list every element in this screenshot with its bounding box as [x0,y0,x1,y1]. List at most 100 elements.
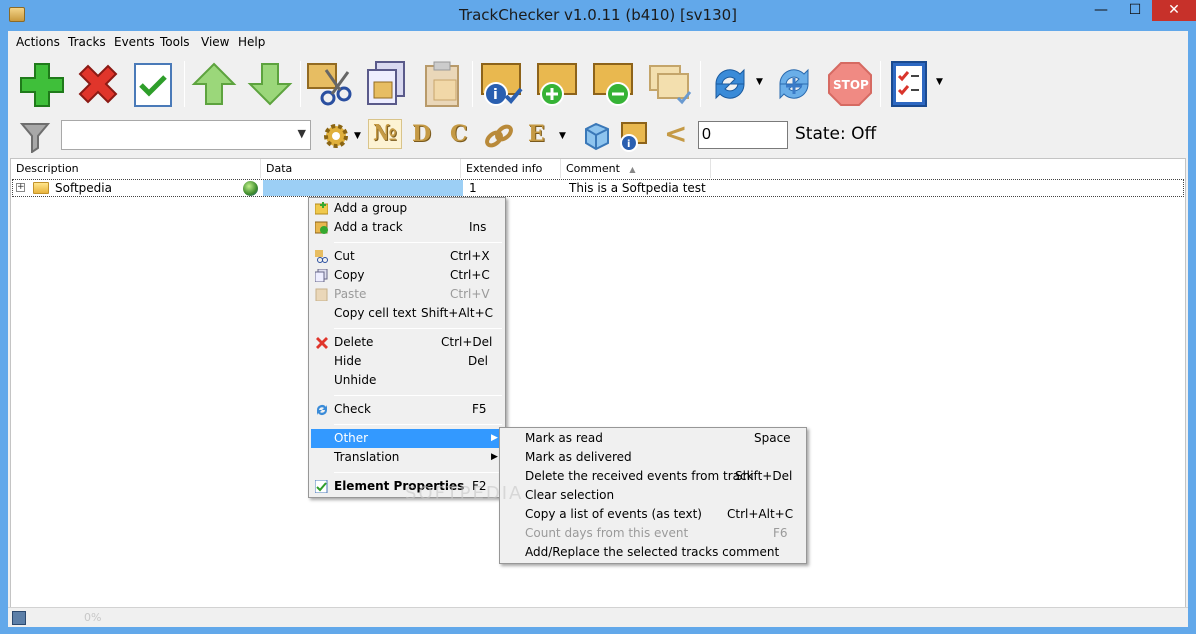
check-icon[interactable] [128,58,180,110]
less-than-button[interactable]: < [664,117,687,150]
menu-item-label: Unhide [334,373,377,387]
menu-item-shortcut: Shift+Alt+C [421,306,494,320]
menu-item-delete[interactable]: Delete Ctrl+Del [311,333,503,352]
menu-item-shortcut: Ins [469,220,487,234]
table-row[interactable]: + Softpedia 1 This is a Softpedia test [12,179,1184,197]
menu-item-copy-events-list[interactable]: Copy a list of events (as text) Ctrl+Alt… [502,505,804,524]
menu-item-label: Count days from this event [525,526,689,540]
move-up-icon[interactable] [188,58,240,110]
maximize-button[interactable]: ☐ [1118,0,1152,21]
filter-icon[interactable] [18,119,52,154]
check-tracks-icon[interactable] [644,58,696,110]
menu-item-label: Add/Replace the selected tracks comment [525,545,780,559]
gear-dropdown-arrow[interactable]: ▼ [354,131,361,141]
delete-icon[interactable] [72,58,124,110]
refresh-all-icon[interactable] [768,58,820,110]
minimize-button[interactable]: — [1084,0,1118,21]
menu-item-shortcut: Ctrl+Alt+C [727,507,794,521]
events-dropdown-arrow[interactable]: ▼ [559,131,566,141]
add-track-icon [315,221,328,234]
add-track-icon[interactable] [532,58,584,110]
refresh-dropdown-arrow[interactable]: ▼ [756,77,763,87]
box-info-icon[interactable]: i [616,119,650,153]
menu-separator [334,242,502,243]
cell-comment: This is a Softpedia test [569,181,706,195]
menu-item-mark-as-delivered[interactable]: Mark as delivered [502,448,804,467]
paste-icon[interactable] [416,58,468,110]
menu-item-copy-cell-text[interactable]: Copy cell text Shift+Alt+C [311,304,503,323]
move-down-icon[interactable] [244,58,296,110]
menu-item-mark-as-read[interactable]: Mark as read Space [502,429,804,448]
column-header-data[interactable]: Data [261,159,461,178]
toolbar-separator [184,61,185,107]
submenu-arrow-icon: ▶ [491,452,498,462]
menu-item-other[interactable]: Other ▶ [311,429,503,448]
menu-item-unhide[interactable]: Unhide [311,371,503,390]
box-icon[interactable] [580,119,614,153]
menu-item-translation[interactable]: Translation ▶ [311,448,503,467]
context-menu: Add a group Add a track Ins Cut Ctrl+X C… [308,197,506,498]
menu-events[interactable]: Events [114,35,155,49]
cell-data[interactable] [263,180,463,196]
number-column-toggle[interactable]: № [368,119,402,149]
menu-tracks[interactable]: Tracks [68,35,106,49]
menu-tools[interactable]: Tools [160,35,190,49]
menu-item-label: Hide [334,354,362,368]
toolbar-separator [700,61,701,107]
checklist-dropdown-arrow[interactable]: ▼ [936,77,943,87]
events-column-toggle[interactable]: E [528,121,545,147]
column-header-description[interactable]: Description [11,159,261,178]
refresh-icon[interactable] [704,58,756,110]
menu-item-label: Other [334,431,369,445]
checklist-icon[interactable] [884,58,936,110]
menu-item-shortcut: Ctrl+X [450,249,490,263]
menu-item-add-replace-comment[interactable]: Add/Replace the selected tracks comment [502,543,804,562]
menu-actions[interactable]: Actions [16,35,60,49]
menu-item-add-group[interactable]: Add a group [311,199,503,218]
menu-item-label: Mark as delivered [525,450,632,464]
globe-icon [243,181,258,196]
other-submenu: Mark as read Space Mark as delivered Del… [499,427,807,564]
filter-toolbar: ▼ ▼ № D C E ▼ i < State: Off [8,115,1188,157]
menu-item-label: Check [334,402,371,416]
stop-icon[interactable]: STOP [824,58,876,110]
comment-column-toggle[interactable]: C [450,121,468,147]
menu-item-hide[interactable]: Hide Del [311,352,503,371]
menu-item-copy[interactable]: Copy Ctrl+C [311,266,503,285]
menu-item-count-days[interactable]: Count days from this event F6 [502,524,804,543]
date-column-toggle[interactable]: D [412,121,431,147]
menu-item-label: Delete the received events from track [525,469,754,483]
menu-separator [334,328,502,329]
add-icon[interactable] [16,58,68,110]
menu-item-clear-selection[interactable]: Clear selection [502,486,804,505]
number-input[interactable] [698,121,788,149]
cut-icon[interactable] [304,58,356,110]
menu-item-delete-received-events[interactable]: Delete the received events from track Sh… [502,467,804,486]
remove-track-icon[interactable] [588,58,640,110]
settings-gear-icon[interactable] [320,119,354,153]
cell-description: Softpedia [55,181,112,195]
track-info-icon[interactable]: i [476,58,528,110]
menu-item-label: Translation [334,450,400,464]
menu-item-paste[interactable]: Paste Ctrl+V [311,285,503,304]
menu-item-check[interactable]: Check F5 [311,400,503,419]
menu-item-shortcut: Ctrl+Del [441,335,493,349]
toolbar-separator [880,61,881,107]
menu-help[interactable]: Help [238,35,265,49]
link-icon[interactable] [482,119,516,153]
column-header-comment[interactable]: Comment ▲ [561,159,711,178]
copy-icon[interactable] [360,58,412,110]
main-toolbar: i ▼ STOP ▼ [8,55,1188,115]
menu-item-add-track[interactable]: Add a track Ins [311,218,503,237]
menu-item-label: Add a group [334,201,408,215]
menu-view[interactable]: View [201,35,229,49]
filter-combobox[interactable]: ▼ [61,120,311,150]
expand-icon[interactable]: + [16,183,25,192]
menu-item-shortcut: Shift+Del [735,469,793,483]
close-button[interactable]: ✕ [1152,0,1196,21]
menu-item-cut[interactable]: Cut Ctrl+X [311,247,503,266]
chevron-down-icon[interactable]: ▼ [298,127,306,140]
menu-item-label: Copy cell text [334,306,417,320]
column-header-extended-info[interactable]: Extended info [461,159,561,178]
menu-item-label: Mark as read [525,431,603,445]
